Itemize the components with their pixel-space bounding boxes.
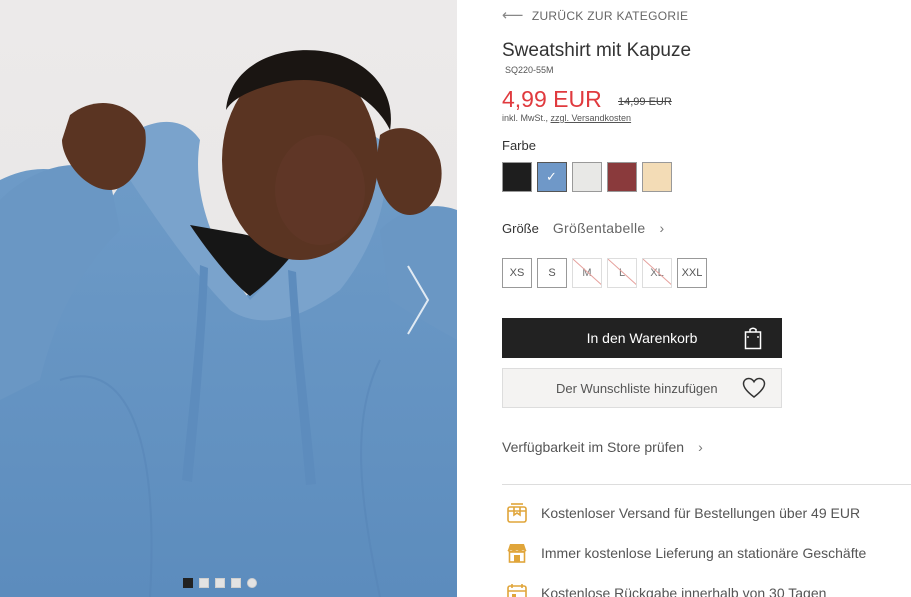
product-details: ⟵ ZURÜCK ZUR KATEGORIE Sweatshirt mit Ka… xyxy=(502,0,911,597)
back-to-category-link[interactable]: ⟵ ZURÜCK ZUR KATEGORIE xyxy=(502,8,688,23)
color-swatches: ✓ xyxy=(502,162,672,192)
arrow-left-icon: ⟵ xyxy=(502,7,524,24)
size-header: Größe Größentabelle › xyxy=(502,220,664,236)
chevron-right-icon: › xyxy=(698,439,703,455)
shopping-bag-icon xyxy=(744,326,762,353)
old-price: 14,99 EUR xyxy=(618,96,672,108)
gallery-pagination xyxy=(183,578,257,588)
benefit-text: Kostenloser Versand für Bestellungen übe… xyxy=(541,505,861,521)
check-store-availability-link[interactable]: Verfügbarkeit im Store prüfen › xyxy=(502,439,703,455)
add-to-cart-label: In den Warenkorb xyxy=(586,330,698,346)
back-label: ZURÜCK ZUR KATEGORIE xyxy=(531,8,689,23)
color-swatch-burgundy[interactable] xyxy=(607,162,637,192)
store-check-label: Verfügbarkeit im Store prüfen xyxy=(502,439,685,455)
gallery-dot[interactable] xyxy=(199,578,209,588)
add-to-wishlist-label: Der Wunschliste hinzufügen xyxy=(556,380,718,396)
size-option-s[interactable]: S xyxy=(537,258,567,288)
size-option-l[interactable]: L xyxy=(607,258,637,288)
tax-text: inkl. MwSt., xyxy=(502,113,551,123)
benefit-store-delivery: Immer kostenlose Lieferung an stationäre… xyxy=(506,542,866,564)
add-to-cart-button[interactable]: In den Warenkorb xyxy=(502,318,782,358)
add-to-wishlist-button[interactable]: Der Wunschliste hinzufügen xyxy=(502,368,782,408)
size-label: Größe xyxy=(502,220,539,236)
divider xyxy=(502,484,911,485)
size-option-xs[interactable]: XS xyxy=(502,258,532,288)
calendar-return-icon xyxy=(507,584,527,597)
next-image-arrow-icon[interactable] xyxy=(402,262,432,338)
color-label: Farbe xyxy=(502,138,536,153)
size-option-xxl[interactable]: XXL xyxy=(677,258,707,288)
product-sku: SQ220-55M xyxy=(505,65,554,75)
benefit-text: Immer kostenlose Lieferung an stationäre… xyxy=(541,545,867,561)
chevron-right-icon: › xyxy=(659,220,665,236)
color-swatch-light-grey[interactable] xyxy=(572,162,602,192)
size-option-m[interactable]: M xyxy=(572,258,602,288)
gallery-dot[interactable] xyxy=(231,578,241,588)
gallery-dot[interactable] xyxy=(215,578,225,588)
benefit-free-returns: Kostenlose Rückgabe innerhalb von 30 Tag… xyxy=(506,582,826,597)
color-swatch-beige[interactable] xyxy=(642,162,672,192)
checkmark-icon: ✓ xyxy=(546,169,557,184)
size-chart-link[interactable]: Größentabelle xyxy=(553,220,646,236)
color-swatch-black[interactable] xyxy=(502,162,532,192)
shipping-costs-link[interactable]: zzgl. Versandkosten xyxy=(551,113,632,123)
size-options: XS S M L XL XXL xyxy=(502,258,707,288)
color-swatch-blue[interactable]: ✓ xyxy=(537,162,567,192)
benefit-free-shipping: Kostenloser Versand für Bestellungen übe… xyxy=(506,502,860,524)
delivery-box-icon xyxy=(507,503,527,523)
store-icon xyxy=(507,544,527,563)
tax-info: inkl. MwSt., zzgl. Versandkosten xyxy=(502,113,631,123)
product-title: Sweatshirt mit Kapuze xyxy=(502,40,692,61)
product-image-gallery[interactable] xyxy=(0,0,457,597)
size-option-xl[interactable]: XL xyxy=(642,258,672,288)
product-photo xyxy=(0,50,457,597)
benefit-text: Kostenlose Rückgabe innerhalb von 30 Tag… xyxy=(541,585,827,597)
gallery-dot[interactable] xyxy=(247,578,257,588)
gallery-dot[interactable] xyxy=(183,578,193,588)
current-price: 4,99 EUR xyxy=(502,86,602,112)
heart-icon xyxy=(742,377,766,402)
